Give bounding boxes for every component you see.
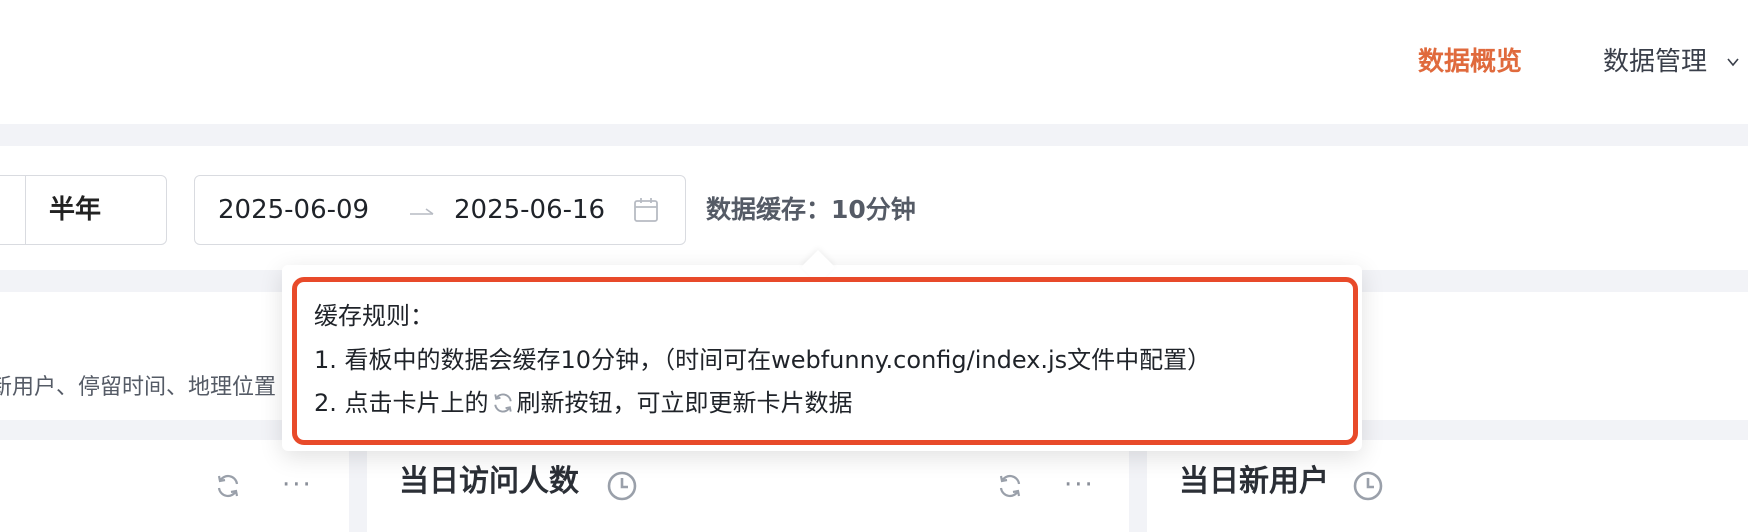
date-end[interactable]: 2025-06-16 bbox=[454, 192, 605, 228]
more-icon[interactable]: ··· bbox=[282, 470, 313, 500]
card-description: 新用户、停留时间、地理位置 bbox=[0, 375, 277, 400]
half-year-button[interactable]: 半年 bbox=[0, 175, 167, 245]
nav-data-manage[interactable]: 数据管理 bbox=[1603, 44, 1707, 80]
metric-card-daily-new-users: 当日新用户 bbox=[1147, 440, 1748, 532]
tooltip-rule-1: 1. 看板中的数据会缓存10分钟，（时间可在webfunny.config/in… bbox=[314, 346, 1212, 374]
date-start[interactable]: 2025-06-09 bbox=[218, 192, 369, 228]
section-gap bbox=[0, 124, 1748, 146]
calendar-icon[interactable] bbox=[633, 197, 659, 223]
chevron-down-icon[interactable] bbox=[1727, 56, 1739, 68]
top-nav: 数据概览 数据管理 bbox=[0, 0, 1748, 124]
refresh-icon[interactable] bbox=[996, 472, 1024, 500]
card-title: 当日新用户 bbox=[1179, 464, 1329, 499]
refresh-icon bbox=[493, 393, 512, 413]
tooltip-rule-2: 2. 点击卡片上的 刷新按钮，可立即更新卡片数据 bbox=[314, 386, 853, 420]
more-icon[interactable]: ··· bbox=[1064, 470, 1095, 500]
half-year-label: 半年 bbox=[49, 195, 102, 225]
metric-card: ··· bbox=[0, 440, 349, 532]
date-range-picker[interactable]: 2025-06-09 2025-06-16 bbox=[194, 175, 686, 245]
clock-icon[interactable] bbox=[606, 470, 638, 502]
nav-data-overview[interactable]: 数据概览 bbox=[1418, 44, 1522, 80]
metric-card-daily-visitors: 当日访问人数 ··· bbox=[367, 440, 1129, 532]
refresh-icon[interactable] bbox=[214, 472, 242, 500]
card-title: 当日访问人数 bbox=[399, 464, 579, 499]
rule-2-suffix: 刷新按钮，可立即更新卡片数据 bbox=[516, 389, 853, 417]
button-divider bbox=[25, 176, 26, 244]
rule-2-prefix: 2. 点击卡片上的 bbox=[314, 389, 489, 417]
clock-icon[interactable] bbox=[1352, 470, 1384, 502]
tooltip-title: 缓存规则： bbox=[314, 302, 434, 330]
cache-info[interactable]: 数据缓存：10分钟 bbox=[706, 193, 916, 227]
arrow-right-icon bbox=[410, 208, 434, 215]
